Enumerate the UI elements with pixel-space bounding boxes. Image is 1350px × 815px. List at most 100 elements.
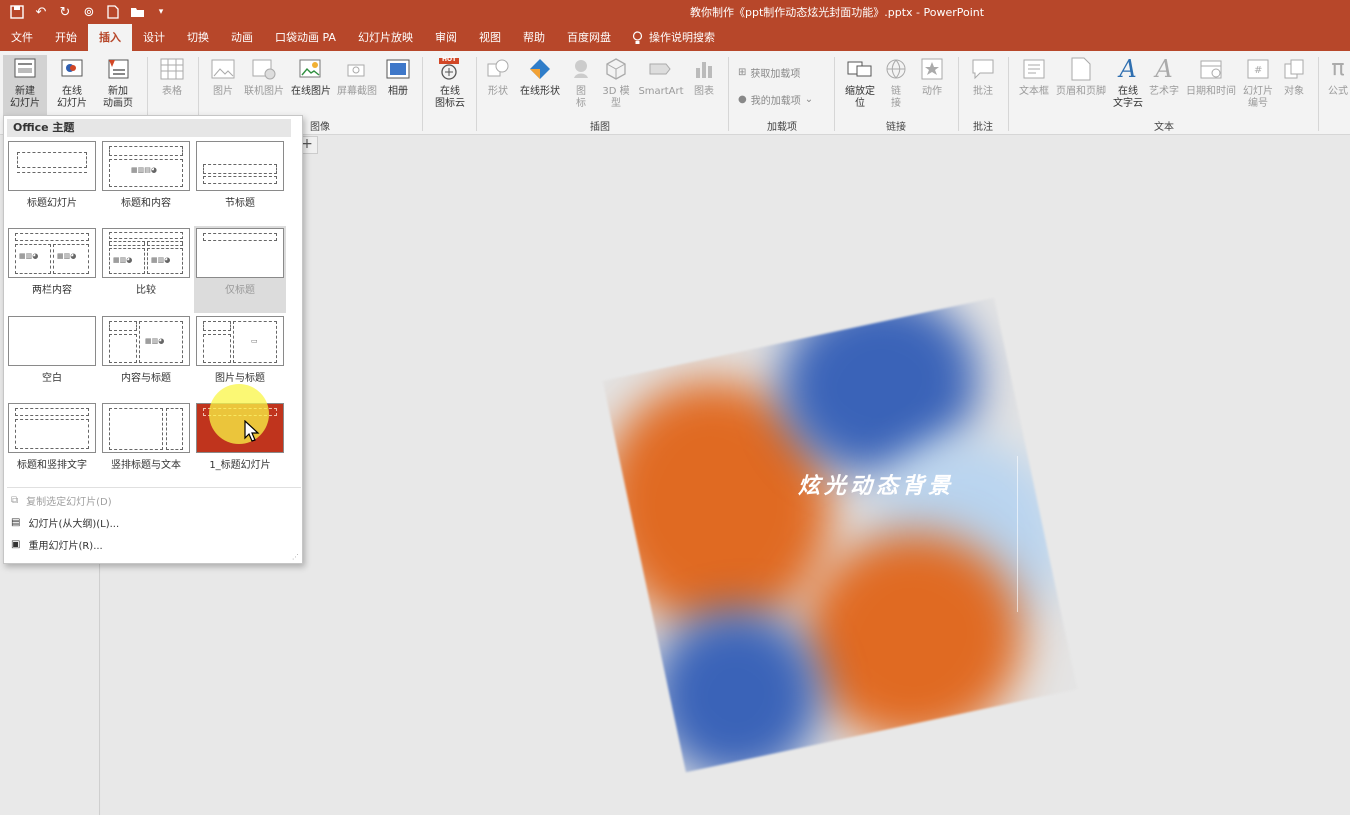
online-wordcloud-label-2: 文字云 <box>1113 98 1143 109</box>
tab-file[interactable]: 文件 <box>0 24 44 51</box>
outline-icon: ▤ <box>11 517 21 528</box>
wordart-icon: A <box>1155 55 1173 83</box>
svg-text:#: # <box>1254 65 1262 76</box>
online-icon-cloud-button[interactable]: 在线 图标云 <box>430 55 470 110</box>
album-label: 相册 <box>388 86 408 97</box>
layout-content-with-caption[interactable]: ▦▥◕ 内容与标题 <box>102 316 190 384</box>
tab-animations[interactable]: 动画 <box>220 24 264 51</box>
slide-number-icon: # <box>1244 55 1272 83</box>
online-picture-link-icon <box>250 55 278 83</box>
online-shapes-button[interactable]: 在线形状 <box>516 55 564 98</box>
album-button[interactable]: 相册 <box>382 55 414 98</box>
object-button[interactable]: 对象 <box>1278 55 1310 98</box>
layout-title-only[interactable]: 仅标题 <box>194 226 286 313</box>
smartart-button[interactable]: SmartArt <box>637 55 685 98</box>
header-footer-icon <box>1067 55 1095 83</box>
tab-pocket-animation[interactable]: 口袋动画 PA <box>264 24 347 51</box>
new-slide-button[interactable]: 新建 幻灯片 <box>3 55 47 117</box>
online-wordcloud-button[interactable]: A 在线 文字云 <box>1110 55 1146 110</box>
tab-transitions[interactable]: 切换 <box>176 24 220 51</box>
screenshot-button[interactable]: 屏幕截图 <box>335 55 379 98</box>
mouse-pointer-icon <box>244 420 260 442</box>
formula-label: 公式 <box>1328 86 1348 97</box>
open-folder-icon[interactable] <box>128 3 146 21</box>
slide-title-text[interactable]: 炫光动态背景 <box>798 468 954 500</box>
ribbon-tabs: 文件 开始 插入 设计 切换 动画 口袋动画 PA 幻灯片放映 审阅 视图 帮助… <box>0 24 1350 51</box>
online-slide-button[interactable]: 在线 幻灯片 <box>50 55 94 110</box>
tell-me-label: 操作说明搜索 <box>648 31 715 44</box>
slides-from-outline-item[interactable]: ▤ 幻灯片(从大纲)(L)... <box>11 515 119 530</box>
comment-button[interactable]: 批注 <box>966 55 1000 98</box>
slide-number-label-1: 幻灯片 <box>1243 86 1273 97</box>
tab-slideshow[interactable]: 幻灯片放映 <box>347 24 424 51</box>
redo-icon[interactable]: ↻ <box>56 3 74 21</box>
resize-grip-icon[interactable]: ⋰ <box>292 553 299 561</box>
bar-chart-icon <box>690 55 718 83</box>
get-addins-label: 获取加载项 <box>750 69 801 80</box>
tab-home[interactable]: 开始 <box>44 24 88 51</box>
layout-section-header[interactable]: 节标题 <box>196 141 284 209</box>
menu-divider <box>7 487 301 488</box>
comment-label: 批注 <box>973 86 993 97</box>
new-file-icon[interactable] <box>104 3 122 21</box>
chart-button[interactable]: 图表 <box>688 55 720 98</box>
icons-icon <box>567 55 595 83</box>
reuse-slides-item[interactable]: ▣ 重用幻灯片(R)... <box>11 537 103 552</box>
pi-icon: π <box>1331 56 1345 81</box>
picture-button[interactable]: 图片 <box>205 55 241 98</box>
tab-design[interactable]: 设计 <box>132 24 176 51</box>
table-button[interactable]: 表格 <box>152 55 192 98</box>
tab-view[interactable]: 视图 <box>468 24 512 51</box>
datetime-button[interactable]: 日期和时间 <box>1183 55 1239 98</box>
save-icon[interactable] <box>8 3 26 21</box>
slide-number-button[interactable]: # 幻灯片 编号 <box>1240 55 1276 110</box>
layout-picture-with-caption[interactable]: ▭ 图片与标题 <box>196 316 284 384</box>
layout-title-slide[interactable]: 标题幻灯片 <box>8 141 96 209</box>
layout-vertical-title-text[interactable]: 竖排标题与文本 <box>102 403 190 471</box>
formula-button[interactable]: π 公式 <box>1326 55 1350 98</box>
icons-button[interactable]: 图 标 <box>568 55 594 110</box>
tab-help[interactable]: 帮助 <box>512 24 556 51</box>
online-picture-link-label: 联机图片 <box>244 86 284 97</box>
separator <box>1008 57 1009 131</box>
tab-review[interactable]: 审阅 <box>424 24 468 51</box>
textbox-button[interactable]: 文本框 <box>1016 55 1052 98</box>
wordart-button[interactable]: A 艺术字 <box>1146 55 1182 98</box>
header-footer-button[interactable]: 页眉和页脚 <box>1053 55 1109 98</box>
new-animation-page-button[interactable]: 新加 动画页 <box>95 55 141 110</box>
layout-two-content[interactable]: ▦▥◕ ▦▥◕ 两栏内容 <box>8 228 96 296</box>
undo-icon[interactable]: ↶ <box>32 3 50 21</box>
zoom-button[interactable]: 缩放定 位 <box>840 55 880 110</box>
my-addins-button[interactable]: ● 我的加载项 ⌄ <box>738 92 813 107</box>
tab-insert[interactable]: 插入 <box>88 24 132 51</box>
new-animation-page-icon <box>104 55 132 83</box>
my-addins-label: 我的加载项 <box>750 96 801 107</box>
layout-comparison[interactable]: ▦▥◕ ▦▥◕ 比较 <box>102 228 190 296</box>
tab-baidu-netdisk[interactable]: 百度网盘 <box>556 24 622 51</box>
customize-qat-icon[interactable]: ▾ <box>152 3 170 21</box>
new-slide-label-1: 新建 <box>15 86 35 97</box>
hot-badge: HOT <box>442 56 457 63</box>
screenshot-label: 屏幕截图 <box>337 86 377 97</box>
get-addins-button[interactable]: ⊞ 获取加载项 <box>738 65 800 80</box>
layout-title-vertical-text[interactable]: 标题和竖排文字 <box>8 403 96 471</box>
new-animation-page-label-2: 动画页 <box>103 98 133 109</box>
online-picture-label: 在线图片 <box>291 86 331 97</box>
present-icon[interactable]: ⊚ <box>80 3 98 21</box>
zoom-icon <box>846 55 874 83</box>
duplicate-slide-item[interactable]: ⧉ 复制选定幻灯片(D) <box>11 493 112 508</box>
3d-model-button[interactable]: 3D 模 型 <box>598 55 634 110</box>
online-picture-link-button[interactable]: 联机图片 <box>243 55 285 98</box>
lightbulb-icon <box>632 30 643 44</box>
shapes-button[interactable]: 形状 <box>482 55 514 98</box>
object-icon <box>1280 55 1308 83</box>
link-button[interactable]: 链 接 <box>882 55 910 110</box>
action-button[interactable]: 动作 <box>916 55 948 98</box>
online-picture-button[interactable]: 在线图片 <box>288 55 334 98</box>
layout-label: 1_标题幻灯片 <box>209 460 271 471</box>
layout-blank[interactable]: 空白 <box>8 316 96 384</box>
icons-label-1: 图 <box>576 86 586 97</box>
duplicate-icon: ⧉ <box>11 495 19 506</box>
tell-me-search[interactable]: 操作说明搜索 <box>622 24 715 51</box>
layout-title-and-content[interactable]: ▦▥▤◕ 标题和内容 <box>102 141 190 209</box>
